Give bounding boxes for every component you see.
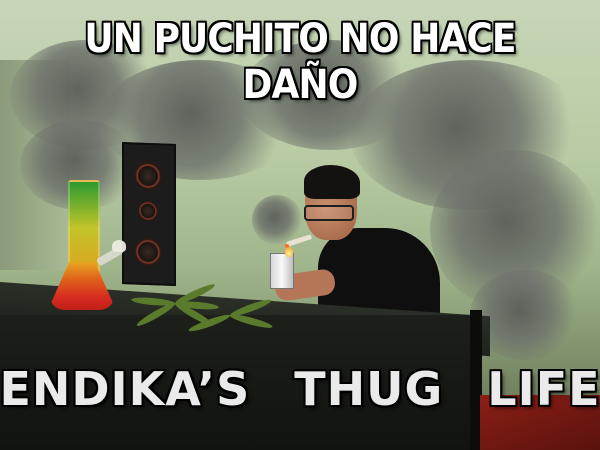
person-hair xyxy=(304,165,360,199)
bong-bowl xyxy=(112,240,126,252)
speaker-cone xyxy=(133,160,163,192)
bottom-caption-word: ENDIKA’S xyxy=(0,362,251,416)
top-caption: UN PUCHITO NO HACE DAÑO xyxy=(84,16,516,108)
smoke-cloud xyxy=(252,195,302,245)
glasses-icon xyxy=(304,205,354,221)
speaker-cone xyxy=(137,199,159,223)
lighter-icon xyxy=(270,253,294,289)
flame-icon xyxy=(285,245,293,257)
speaker-cone xyxy=(133,236,163,268)
bottom-caption-word: THUG xyxy=(294,362,444,416)
meme-image: UN PUCHITO NO HACE DAÑO ENDIKA’S THUG LI… xyxy=(0,0,600,450)
person-torso xyxy=(318,228,440,316)
bottom-caption: ENDIKA’S THUG LIFE xyxy=(0,362,600,416)
speaker-icon xyxy=(122,142,176,286)
bong-icon xyxy=(68,180,100,276)
bottom-caption-word: LIFE xyxy=(487,362,600,416)
